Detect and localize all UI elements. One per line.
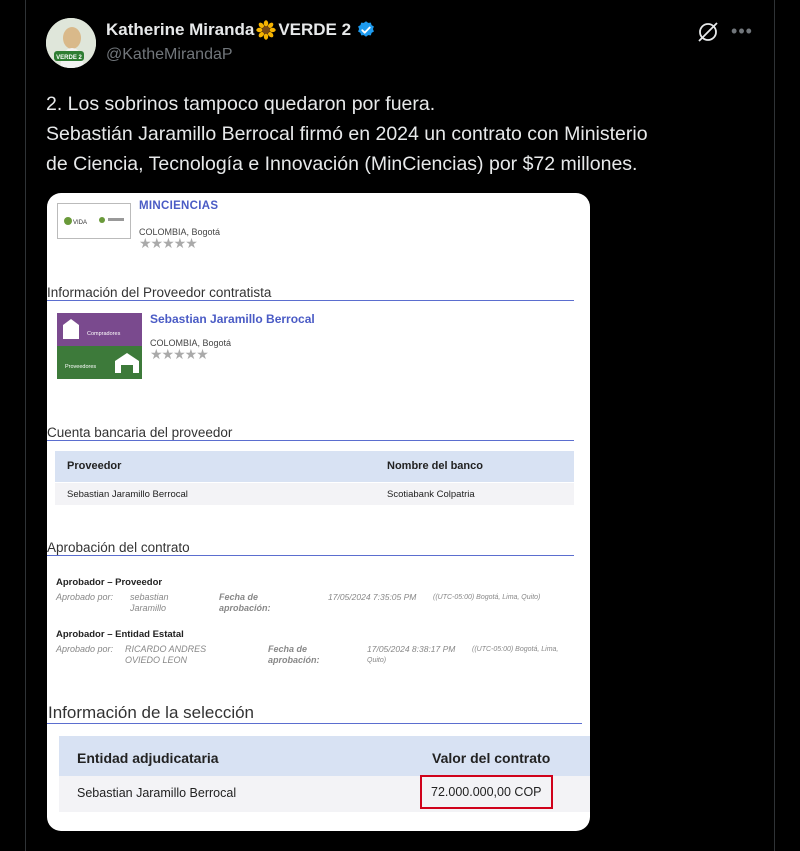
approval-date-label: Fecha de aprobación: — [219, 592, 271, 613]
bank-table-header — [55, 451, 574, 482]
verified-badge-icon — [358, 21, 374, 37]
svg-text:Compradores: Compradores — [87, 331, 121, 337]
approver-title: Aprobador – Proveedor — [56, 577, 163, 588]
approval-section-title: Aprobación del contrato — [47, 540, 190, 555]
entity-logo: VIDA — [57, 203, 131, 239]
display-name-suffix: VERDE 2 — [278, 20, 352, 39]
bank-col-provider: Proveedor — [67, 460, 122, 472]
post-line: 2. Los sobrinos tampoco quedaron por fue… — [46, 93, 436, 115]
provider-rating-stars: ★★★★★ — [150, 346, 209, 362]
approval-timezone: ((UTC-05:00) Bogotá, Lima, Quito) — [433, 594, 541, 601]
section-divider — [47, 440, 574, 441]
bank-row-bank-name: Scotiabank Colpatria — [387, 489, 475, 500]
post-line: Sebastián Jaramillo Berrocal firmó en 20… — [46, 123, 648, 145]
post-image[interactable]: VIDA MINCIENCIAS COLOMBIA, Bogotá ★★★★★ … — [47, 193, 590, 831]
selection-col-entity: Entidad adjudicataria — [77, 750, 219, 766]
provider-section-title: Información del Proveedor contratista — [47, 285, 272, 300]
sunflower-icon — [256, 20, 277, 40]
approval-date-label: Fecha de aprobación: — [268, 644, 320, 665]
avatar-image: VERDE 2 — [46, 18, 96, 68]
bank-col-bank-name: Nombre del banco — [387, 460, 483, 472]
post-line: de Ciencia, Tecnología e Innovación (Min… — [46, 153, 638, 175]
post-text: 2. Los sobrinos tampoco quedaron por fue… — [46, 89, 756, 179]
approval-timezone: ((UTC-05:00) Bogotá, Lima, Quito) — [367, 646, 559, 664]
selection-section-title: Información de la selección — [48, 703, 255, 722]
approved-by-value: sebastian Jaramillo — [130, 592, 169, 613]
provider-badge-icon: Compradores Proveedores — [57, 313, 142, 379]
display-name-text: Katherine Miranda — [106, 20, 255, 39]
handle[interactable]: @KatheMirandaP — [106, 46, 233, 64]
bank-section-title: Cuenta bancaria del proveedor — [47, 425, 233, 440]
entity-logo-image: VIDA — [64, 217, 124, 226]
contract-value: 72.000.000,00 COP — [431, 785, 542, 799]
svg-text:Proveedores: Proveedores — [65, 364, 96, 370]
entity-rating-stars: ★★★★★ — [139, 235, 198, 251]
svg-text:VIDA: VIDA — [73, 220, 87, 226]
entity-name[interactable]: MINCIENCIAS — [139, 200, 218, 212]
bank-row-provider: Sebastian Jaramillo Berrocal — [67, 489, 188, 500]
approved-by-value: RICARDO ANDRES OVIEDO LEON — [125, 644, 207, 665]
selection-row-entity: Sebastian Jaramillo Berrocal — [77, 786, 237, 800]
grok-icon[interactable] — [696, 20, 720, 44]
display-name[interactable]: Katherine Miranda VERDE 2 — [106, 20, 376, 40]
section-divider — [47, 555, 574, 556]
svg-text:VERDE 2: VERDE 2 — [56, 55, 82, 61]
column-border-right — [774, 0, 775, 851]
section-divider — [47, 300, 574, 301]
approved-by-label: Aprobado por: — [56, 644, 114, 654]
provider-name[interactable]: Sebastian Jaramillo Berrocal — [150, 312, 315, 326]
section-divider — [47, 723, 582, 724]
column-border-left — [25, 0, 26, 851]
more-icon[interactable]: ••• — [731, 20, 753, 42]
avatar[interactable]: VERDE 2 — [46, 18, 96, 68]
selection-col-value: Valor del contrato — [432, 750, 551, 766]
approver-title: Aprobador – Entidad Estatal — [56, 629, 184, 640]
provider-badge: Compradores Proveedores — [57, 313, 142, 379]
approved-by-label: Aprobado por: — [56, 592, 114, 602]
